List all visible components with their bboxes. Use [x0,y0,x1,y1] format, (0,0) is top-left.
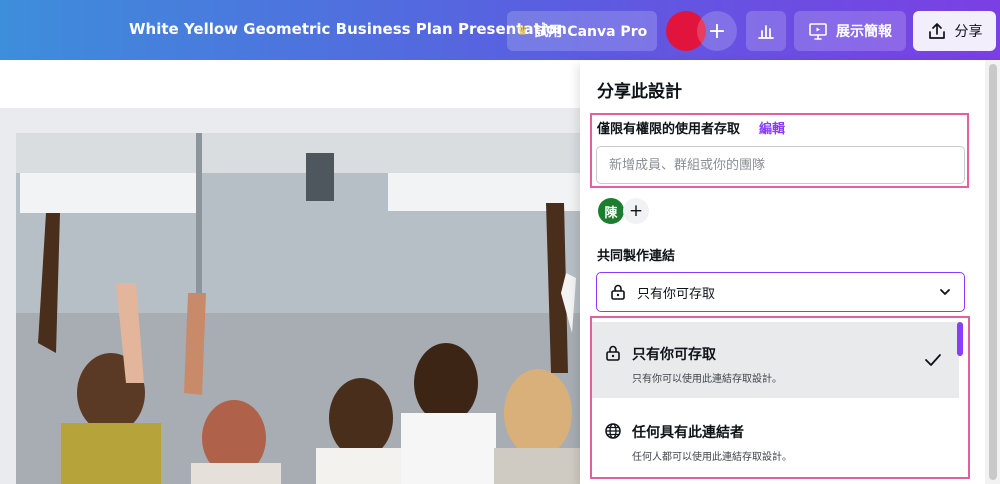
access-label: 僅限有權限的使用者存取 [597,122,741,137]
present-label: 展示簡報 [836,24,892,40]
insights-button[interactable] [746,11,786,51]
check-icon [925,354,941,366]
share-panel-title: 分享此設計 [597,82,682,102]
plus-icon: + [707,18,727,44]
share-label: 分享 [954,24,983,40]
link-access-select[interactable]: 只有你可存取 [596,272,965,312]
bar-chart-icon [758,25,774,39]
user-avatar[interactable]: 陳 [598,198,624,224]
chevron-down-icon [940,289,950,295]
add-member-button[interactable]: + [623,198,649,224]
edit-access-link[interactable]: 編輯 [759,118,785,137]
lock-icon [611,284,625,300]
upload-icon [928,23,945,39]
lock-icon [606,345,620,361]
option-description: 任何人都可以使用此連結存取設計。 [632,452,792,463]
panel-scrollbar-thumb[interactable] [989,64,997,480]
people-photo-image [16,133,580,484]
crown-icon: ♛ [516,23,529,39]
try-canva-pro-button[interactable]: ♛ 試用 Canva Pro [507,11,657,51]
top-bar: White Yellow Geometric Business Plan Pre… [0,0,1000,60]
option-title: 任何具有此連結者 [632,425,744,441]
dropdown-scroll-indicator [957,322,963,356]
pro-button-label: 試用 Canva Pro [534,24,648,40]
share-button[interactable]: 分享 [913,11,996,51]
slide-photo[interactable] [16,133,580,484]
selected-option-label: 只有你可存取 [637,286,716,302]
presentation-icon [809,23,827,40]
editor-toolbar [0,60,580,108]
collab-link-label: 共同製作連結 [597,249,676,264]
option-anyone-with-link[interactable]: 任何具有此連結者 任何人都可以使用此連結存取設計。 [592,400,959,476]
add-collaborator-button[interactable]: + [697,11,737,51]
share-panel: 分享此設計 僅限有權限的使用者存取 編輯 陳 + 共同製作連結 只有你可存取 只… [580,60,1000,484]
present-button[interactable]: 展示簡報 [794,11,906,51]
globe-icon [605,423,621,439]
add-member-input[interactable] [596,146,965,184]
option-title: 只有你可存取 [632,347,716,363]
option-description: 只有你可以使用此連結存取設計。 [632,374,782,385]
document-title[interactable]: White Yellow Geometric Business Plan Pre… [129,20,567,38]
option-only-you[interactable]: 只有你可存取 只有你可以使用此連結存取設計。 [592,322,959,398]
